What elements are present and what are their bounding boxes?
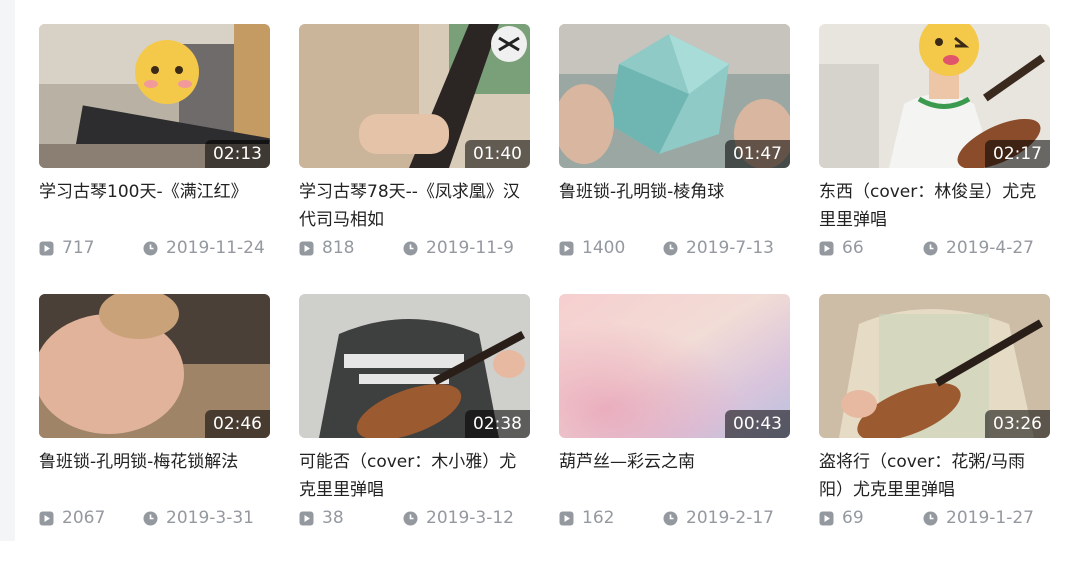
video-meta: 162 2019-2-17 [559,504,790,532]
clock-icon [403,511,418,525]
clock-icon [403,241,418,255]
video-title[interactable]: 学习古琴100天-《满江红》 [39,178,270,234]
clock-icon [143,241,158,255]
play-count: 2067 [62,508,106,528]
video-meta: 69 2019-1-27 [819,504,1050,532]
video-duration: 02:46 [205,410,270,438]
play-count: 717 [62,238,95,258]
video-card[interactable]: 03:26 盗将行（cover：花粥/马雨阳）尤克里里弹唱 69 2019-1-… [819,294,1050,564]
video-title[interactable]: 鲁班锁-孔明锁-梅花锁解法 [39,448,270,504]
video-card[interactable]: 02:13 学习古琴100天-《满江红》 717 2019-11-24 [39,24,270,294]
play-square-icon [299,511,314,525]
play-count: 818 [322,238,355,258]
video-title[interactable]: 东西（cover：林俊呈）尤克里里弹唱 [819,178,1050,234]
video-duration: 01:47 [725,140,790,168]
video-title[interactable]: 盗将行（cover：花粥/马雨阳）尤克里里弹唱 [819,448,1050,504]
video-duration: 03:26 [985,410,1050,438]
video-card[interactable]: 02:38 可能否（cover：木小雅）尤克里里弹唱 38 2019-3-12 [299,294,530,564]
video-thumbnail[interactable]: 02:17 [819,24,1050,168]
play-count: 38 [322,508,344,528]
video-title[interactable]: 学习古琴78天--《凤求凰》汉代司马相如 [299,178,530,234]
video-meta: 38 2019-3-12 [299,504,530,532]
play-square-icon [559,511,574,525]
play-square-icon [299,241,314,255]
play-count: 66 [842,238,864,258]
video-meta: 717 2019-11-24 [39,234,270,262]
play-square-icon [559,241,574,255]
upload-date: 2019-1-27 [946,508,1034,528]
play-count: 162 [582,508,615,528]
video-thumbnail[interactable]: 02:38 [299,294,530,438]
video-duration: 01:40 [465,140,530,168]
play-square-icon [819,241,834,255]
clock-icon [663,511,678,525]
video-duration: 00:43 [725,410,790,438]
upload-date: 2019-7-13 [686,238,774,258]
video-thumbnail[interactable]: 01:40 [299,24,530,168]
video-card[interactable]: 02:46 鲁班锁-孔明锁-梅花锁解法 2067 2019-3-31 [39,294,270,564]
video-meta: 66 2019-4-27 [819,234,1050,262]
video-thumbnail[interactable]: 02:46 [39,294,270,438]
video-card[interactable]: 01:47 鲁班锁-孔明锁-棱角球 1400 2019-7-13 [559,24,790,294]
play-square-icon [39,511,54,525]
play-square-icon [819,511,834,525]
clock-icon [143,511,158,525]
video-title[interactable]: 鲁班锁-孔明锁-棱角球 [559,178,790,234]
upload-date: 2019-3-12 [426,508,514,528]
play-count: 1400 [582,238,626,258]
video-duration: 02:17 [985,140,1050,168]
video-meta: 1400 2019-7-13 [559,234,790,262]
upload-date: 2019-11-24 [166,238,265,258]
video-card[interactable]: 02:17 东西（cover：林俊呈）尤克里里弹唱 66 2019-4-27 [819,24,1050,294]
video-duration: 02:38 [465,410,530,438]
video-card[interactable]: 01:40 学习古琴78天--《凤求凰》汉代司马相如 818 2019-11-9 [299,24,530,294]
upload-date: 2019-2-17 [686,508,774,528]
play-square-icon [39,241,54,255]
upload-date: 2019-4-27 [946,238,1034,258]
video-card[interactable]: 00:43 葫芦丝—彩云之南 162 2019-2-17 [559,294,790,564]
upload-date: 2019-11-9 [426,238,514,258]
clock-icon [923,511,938,525]
video-meta: 2067 2019-3-31 [39,504,270,532]
video-title[interactable]: 葫芦丝—彩云之南 [559,448,790,504]
video-title[interactable]: 可能否（cover：木小雅）尤克里里弹唱 [299,448,530,504]
video-grid: 02:13 学习古琴100天-《满江红》 717 2019-11-24 01:4… [39,24,1050,564]
play-count: 69 [842,508,864,528]
video-thumbnail[interactable]: 03:26 [819,294,1050,438]
clock-icon [663,241,678,255]
video-thumbnail[interactable]: 00:43 [559,294,790,438]
video-thumbnail[interactable]: 01:47 [559,24,790,168]
upload-date: 2019-3-31 [166,508,254,528]
video-thumbnail[interactable]: 02:13 [39,24,270,168]
emoji-sticker [135,40,199,104]
clock-icon [923,241,938,255]
video-duration: 02:13 [205,140,270,168]
video-meta: 818 2019-11-9 [299,234,530,262]
page-side-strip [0,0,15,541]
